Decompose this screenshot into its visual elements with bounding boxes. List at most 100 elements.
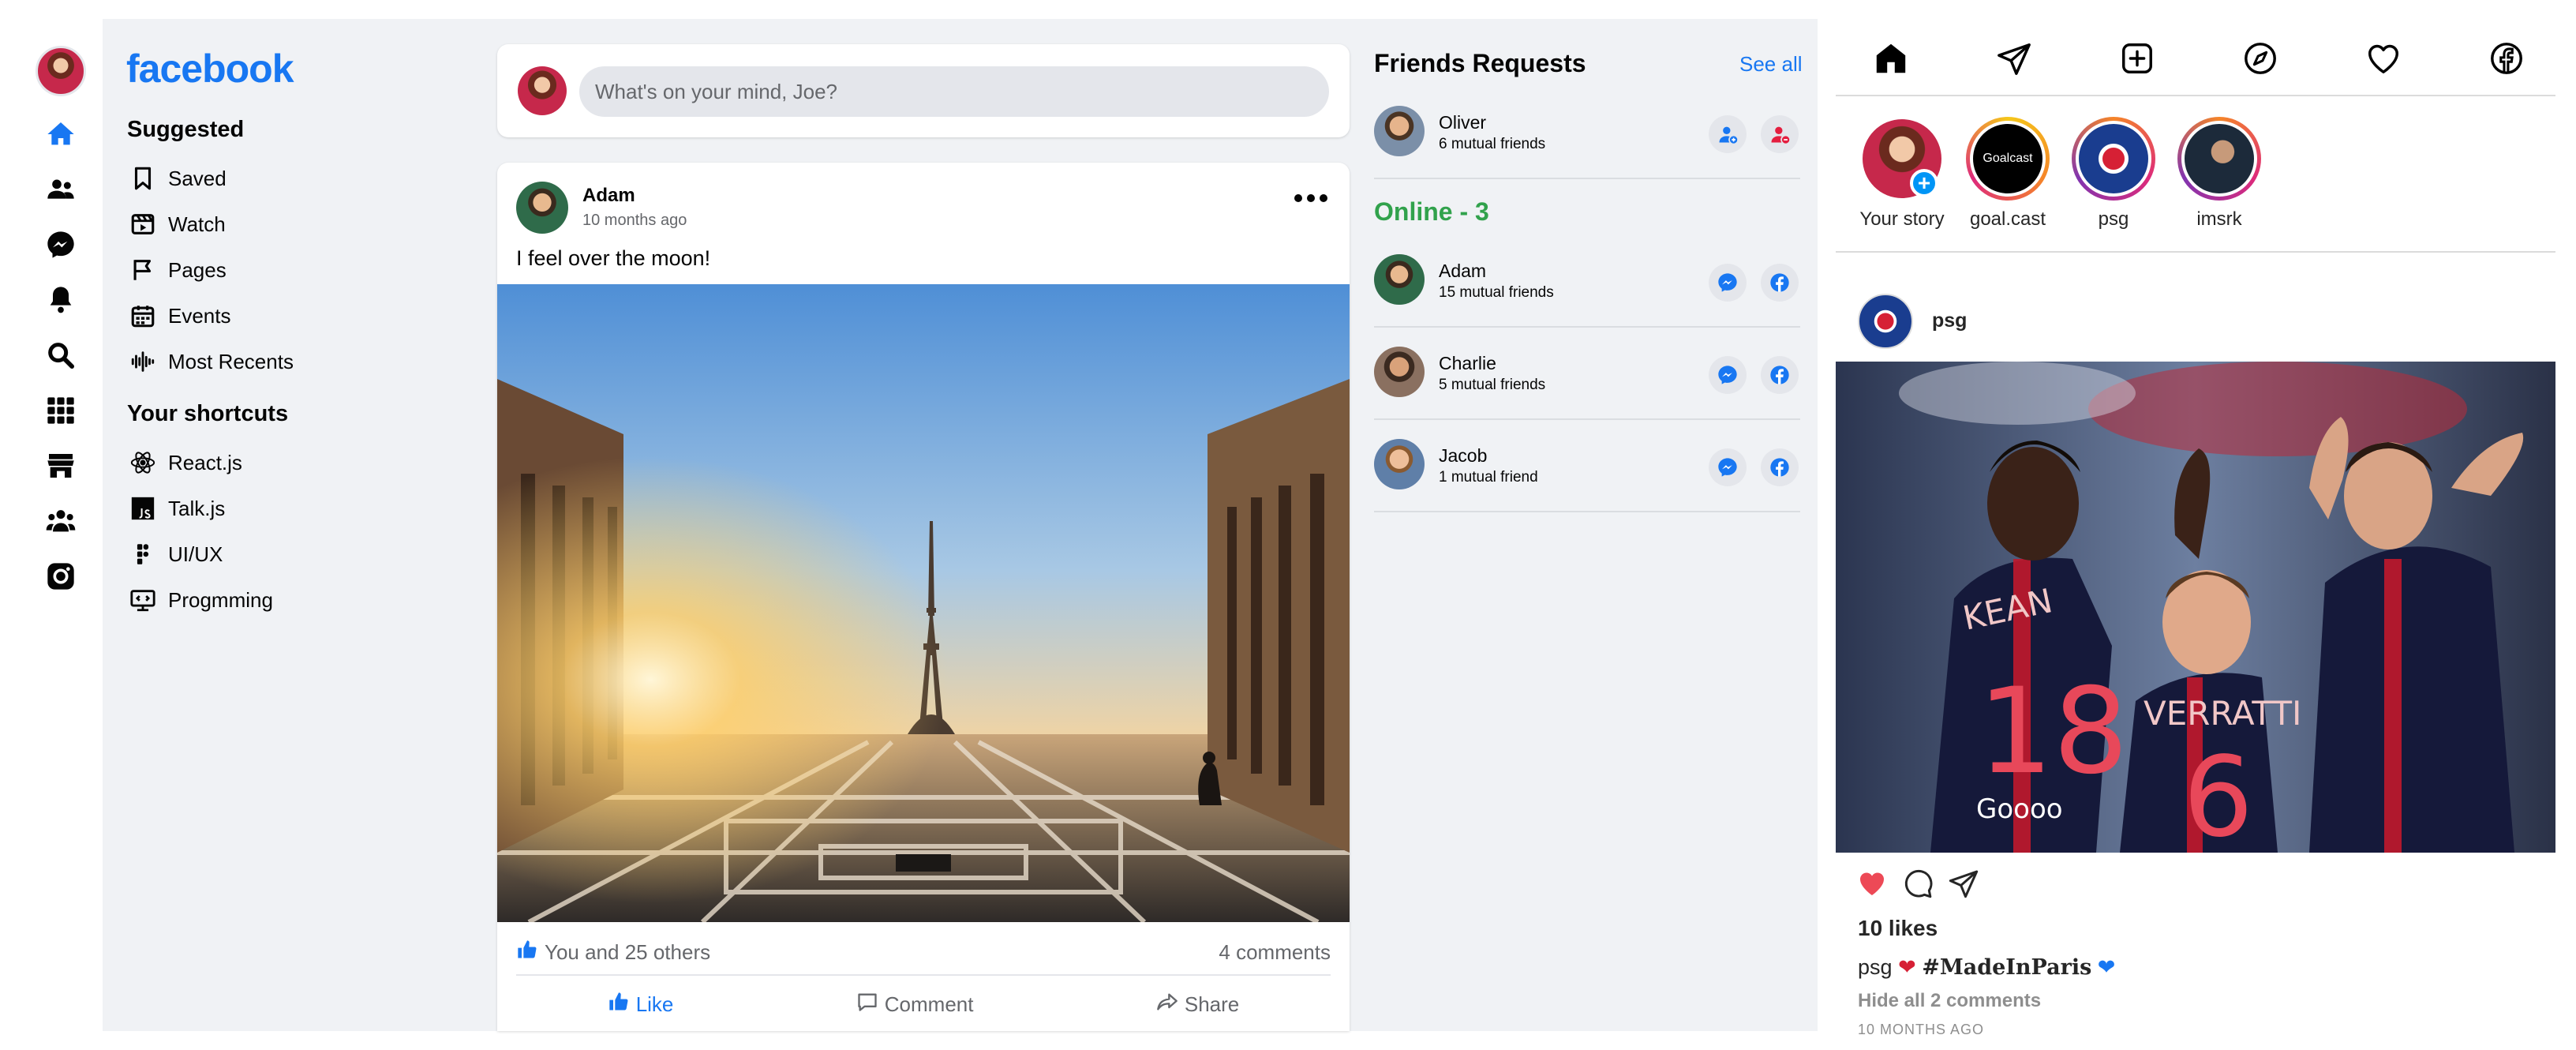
ig-post-photo[interactable]: KEAN 18 Goooo VERRATTI 6 xyxy=(1836,362,2555,853)
comments-count[interactable]: 4 comments xyxy=(1219,940,1331,965)
comment-button[interactable]: Comment xyxy=(856,987,973,1022)
sidebar-item-most-recents[interactable]: Most Recents xyxy=(127,344,294,379)
more-options-button[interactable] xyxy=(1291,186,1331,210)
profile-button[interactable] xyxy=(1761,356,1799,394)
story-imsrk[interactable]: imsrk xyxy=(2172,117,2267,231)
composer-avatar[interactable] xyxy=(518,66,567,115)
accept-request-button[interactable] xyxy=(1709,115,1747,153)
flag-icon xyxy=(127,254,159,286)
comment-icon[interactable] xyxy=(1902,868,1934,903)
add-friend-icon xyxy=(1719,126,1738,144)
post-timestamp[interactable]: 10 months ago xyxy=(582,212,687,230)
sidebar-item-saved[interactable]: Saved xyxy=(127,161,227,196)
ig-likes-count[interactable]: 10 likes xyxy=(1858,916,1938,941)
like-button[interactable]: Like xyxy=(608,987,673,1022)
blue-heart-icon: ❤ xyxy=(2097,955,2116,979)
post-divider xyxy=(516,974,1331,976)
avatar[interactable] xyxy=(1374,254,1425,305)
see-all-link[interactable]: See all xyxy=(1739,52,1803,77)
home-icon[interactable] xyxy=(43,117,78,152)
facebook-icon xyxy=(1770,273,1789,292)
shortcut-item-label: UI/UX xyxy=(168,542,223,566)
profile-button[interactable] xyxy=(1761,448,1799,486)
divider xyxy=(1374,178,1800,179)
messenger-button[interactable] xyxy=(1709,448,1747,486)
composer-input[interactable]: What's on your mind, Joe? xyxy=(579,66,1329,117)
messenger-button[interactable] xyxy=(1709,264,1747,302)
figma-icon xyxy=(127,538,159,570)
calendar-icon xyxy=(127,300,159,332)
profile-button[interactable] xyxy=(1761,264,1799,302)
groups-icon[interactable] xyxy=(43,504,78,538)
avatar[interactable] xyxy=(1374,439,1425,489)
avatar[interactable] xyxy=(1374,106,1425,156)
messenger-button[interactable] xyxy=(1709,356,1747,394)
profile-avatar[interactable] xyxy=(36,46,86,96)
send-icon[interactable] xyxy=(1948,868,1979,903)
post-author-name[interactable]: Adam xyxy=(582,185,635,207)
share-label: Share xyxy=(1184,992,1240,1016)
messenger-icon xyxy=(1718,273,1737,292)
story-goalcast[interactable]: Goalcast goal.cast xyxy=(1960,117,2055,231)
friends-icon[interactable] xyxy=(43,172,78,207)
caption-user[interactable]: psg xyxy=(1858,955,1893,979)
sidebar-item-watch[interactable]: Watch xyxy=(127,207,226,242)
remove-friend-icon xyxy=(1771,126,1790,144)
home-icon[interactable] xyxy=(1870,38,1911,79)
post-author-avatar[interactable] xyxy=(516,182,568,234)
sidebar-item-label: Watch xyxy=(168,212,226,236)
messenger-icon xyxy=(1718,458,1737,477)
friend-name: Jacob xyxy=(1439,445,1488,466)
friend-request-item[interactable]: Oliver 6 mutual friends xyxy=(1374,95,1800,171)
avatar[interactable] xyxy=(1858,294,1913,349)
facebook-logo[interactable]: facebook xyxy=(126,46,294,92)
share-button[interactable]: Share xyxy=(1156,987,1239,1022)
ig-post-timestamp: 10 MONTHS AGO xyxy=(1858,1022,1985,1037)
messenger-icon xyxy=(1718,366,1737,384)
friend-name: Oliver xyxy=(1439,112,1487,133)
story-psg[interactable]: psg xyxy=(2066,117,2161,231)
bell-icon[interactable] xyxy=(43,283,78,317)
imsrk-avatar xyxy=(2181,121,2257,197)
code-icon xyxy=(127,584,159,616)
likes-summary[interactable]: You and 25 others xyxy=(516,939,710,966)
jersey-name: VERRATTI xyxy=(2144,694,2301,733)
facebook-icon[interactable] xyxy=(2486,38,2527,79)
divider xyxy=(1374,418,1800,420)
send-icon[interactable] xyxy=(1994,38,2035,79)
shortcut-item-label: Talk.js xyxy=(168,496,226,520)
heart-icon[interactable] xyxy=(2363,38,2404,79)
shortcut-item-uiux[interactable]: UI/UX xyxy=(127,537,223,572)
story-your-story[interactable]: + Your story xyxy=(1855,117,1949,231)
heart-filled-icon[interactable] xyxy=(1856,868,1888,903)
shortcut-item-programming[interactable]: Progmming xyxy=(127,583,273,617)
jersey-number: 6 xyxy=(2183,733,2253,853)
avatar[interactable] xyxy=(1374,347,1425,397)
add-story-icon[interactable]: + xyxy=(1910,169,1938,197)
video-icon xyxy=(127,208,159,240)
sidebar-item-events[interactable]: Events xyxy=(127,298,231,333)
store-icon[interactable] xyxy=(43,448,78,483)
explore-icon[interactable] xyxy=(2240,38,2281,79)
online-friend-item[interactable]: Charlie 5 mutual friends xyxy=(1374,336,1800,411)
thumbs-up-icon xyxy=(608,991,630,1018)
shortcut-item-talkjs[interactable]: Talk.js xyxy=(127,491,225,526)
ig-post-author[interactable]: psg xyxy=(1932,309,1967,332)
caption-hashtag[interactable]: #MadeInParis xyxy=(1922,955,2091,980)
messenger-icon[interactable] xyxy=(43,227,78,262)
post-photo[interactable] xyxy=(497,284,1350,922)
red-heart-icon: ❤ xyxy=(1898,955,1916,979)
hide-comments-link[interactable]: Hide all 2 comments xyxy=(1858,990,2041,1012)
goalcast-avatar: Goalcast xyxy=(1970,121,2046,197)
instagram-icon[interactable] xyxy=(43,559,78,594)
online-heading: Online - 3 xyxy=(1374,197,1489,226)
add-post-icon[interactable] xyxy=(2117,38,2158,79)
decline-request-button[interactable] xyxy=(1761,115,1799,153)
search-icon[interactable] xyxy=(43,338,78,373)
apps-grid-icon[interactable] xyxy=(43,393,78,428)
goalcast-badge: Goalcast xyxy=(1983,152,2033,165)
shortcut-item-react[interactable]: React.js xyxy=(127,445,242,480)
sidebar-item-pages[interactable]: Pages xyxy=(127,253,227,287)
online-friend-item[interactable]: Adam 15 mutual friends xyxy=(1374,243,1800,319)
online-friend-item[interactable]: Jacob 1 mutual friend xyxy=(1374,428,1800,504)
